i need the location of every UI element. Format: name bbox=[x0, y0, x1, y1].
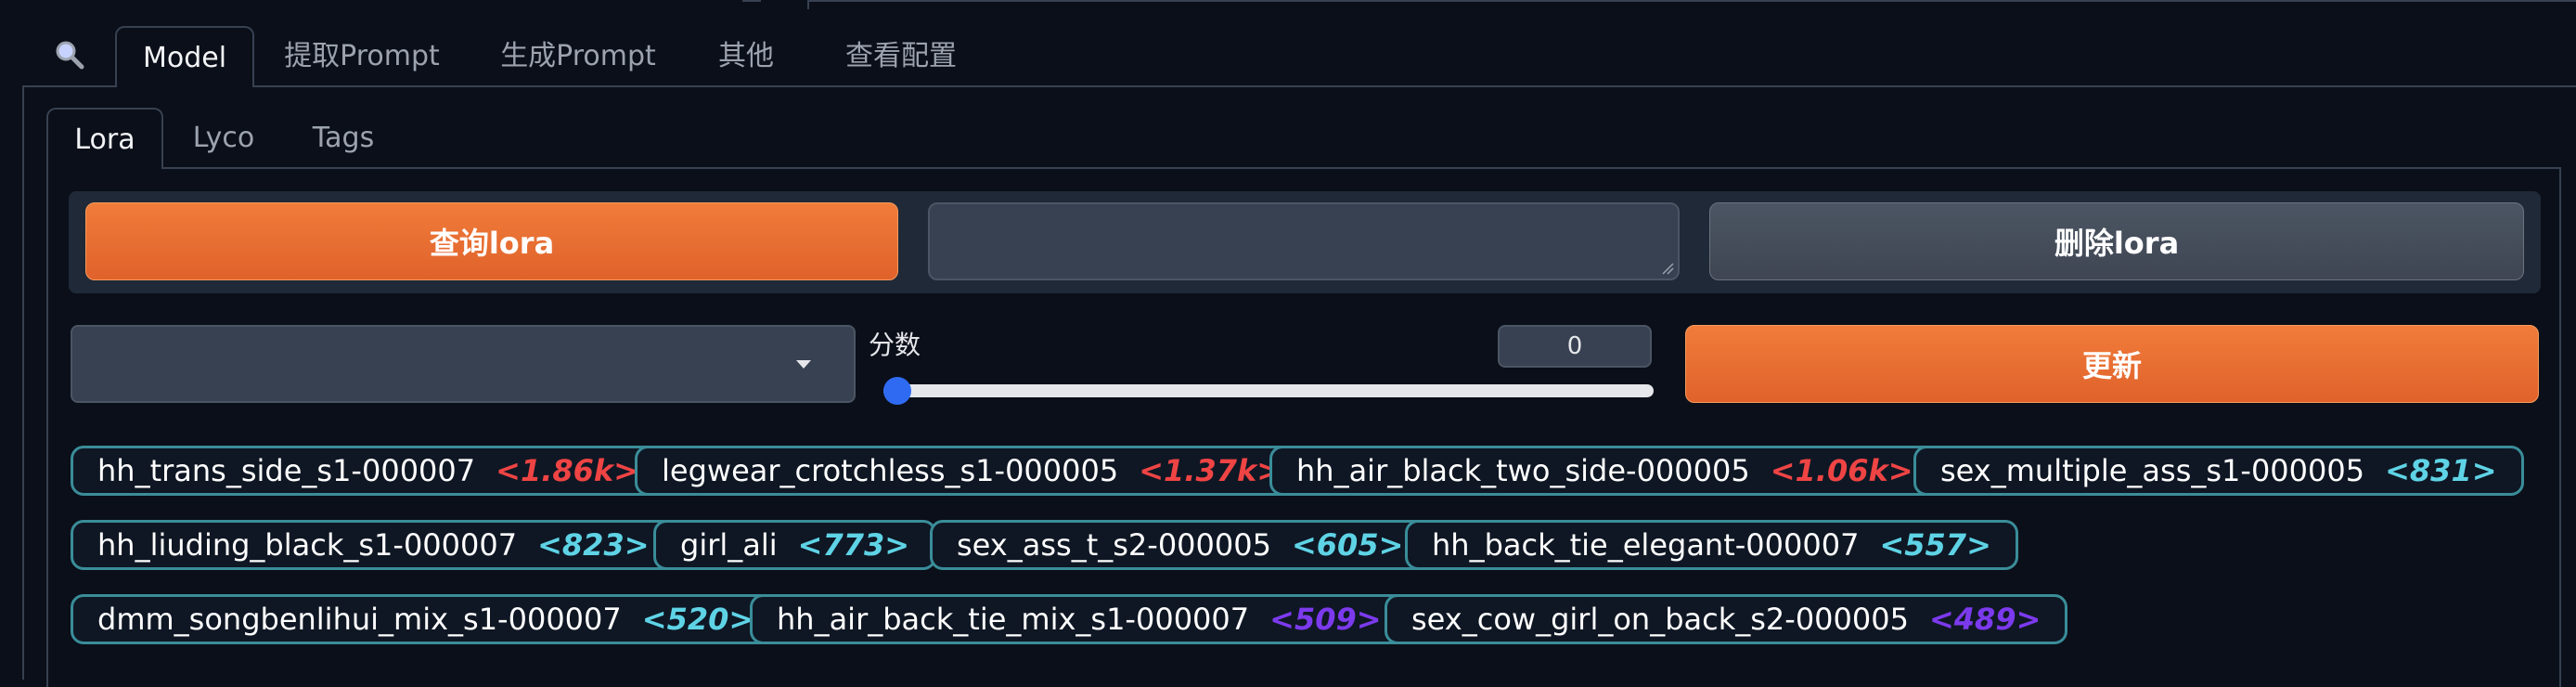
top-divider bbox=[807, 0, 2576, 2]
tab-model[interactable]: Model bbox=[115, 26, 254, 87]
lora-tag-count: <1.86k> bbox=[496, 453, 638, 488]
lora-tag[interactable]: sex_ass_t_s2-000005 <605> bbox=[930, 520, 1431, 570]
tab-lyco[interactable]: Lyco bbox=[182, 108, 265, 169]
delete-lora-button[interactable]: 删除lora bbox=[1709, 202, 2524, 280]
score-label: 分数 bbox=[869, 330, 921, 360]
top-divider bbox=[742, 0, 761, 2]
update-button[interactable]: 更新 bbox=[1685, 325, 2539, 403]
lora-tag-name: hh_air_black_two_side-000005 bbox=[1296, 453, 1750, 488]
lora-tag[interactable]: hh_liuding_black_s1-000007 <823> bbox=[71, 520, 676, 570]
lora-tag-name: sex_multiple_ass_s1-000005 bbox=[1940, 453, 2365, 488]
lora-tag-count: <509> bbox=[1269, 602, 1382, 637]
lora-tag[interactable]: hh_air_black_two_side-000005 <1.06k> bbox=[1269, 446, 1940, 496]
lora-tag-count: <823> bbox=[537, 527, 650, 563]
search-tab[interactable] bbox=[37, 26, 102, 87]
lora-tag-count: <489> bbox=[1928, 602, 2041, 637]
lora-tag[interactable]: girl_ali <773> bbox=[653, 520, 937, 570]
lora-tag-name: sex_ass_t_s2-000005 bbox=[957, 527, 1271, 563]
lora-tag[interactable]: dmm_songbenlihui_mix_s1-000007 <520> bbox=[71, 594, 781, 644]
lora-tag-name: dmm_songbenlihui_mix_s1-000007 bbox=[97, 602, 622, 637]
tab-tags[interactable]: Tags bbox=[297, 108, 390, 169]
lora-tag[interactable]: legwear_crotchless_s1-000005 <1.37k> bbox=[635, 446, 1309, 496]
lora-tag[interactable]: hh_trans_side_s1-000007 <1.86k> bbox=[71, 446, 665, 496]
lora-tag-name: sex_cow_girl_on_back_s2-000005 bbox=[1411, 602, 1909, 637]
lora-tag-count: <773> bbox=[797, 527, 910, 563]
lora-tag-name: hh_back_tie_elegant-000007 bbox=[1432, 527, 1860, 563]
tab-view-config[interactable]: 查看配置 bbox=[831, 26, 971, 87]
chevron-down-icon bbox=[796, 360, 811, 369]
tab-lora[interactable]: Lora bbox=[46, 108, 163, 169]
score-slider[interactable] bbox=[883, 377, 1654, 405]
lora-tag-count: <831> bbox=[2385, 453, 2497, 488]
lora-tag-count: <520> bbox=[641, 602, 754, 637]
lora-tag[interactable]: hh_air_back_tie_mix_s1-000007 <509> bbox=[750, 594, 1409, 644]
lora-tag-name: girl_ali bbox=[680, 527, 778, 563]
lora-tag-count: <605> bbox=[1291, 527, 1404, 563]
lora-tag[interactable]: sex_cow_girl_on_back_s2-000005 <489> bbox=[1385, 594, 2068, 644]
lora-tag-count: <557> bbox=[1879, 527, 1991, 563]
lora-tag-count: <1.37k> bbox=[1139, 453, 1282, 488]
tab-generate-prompt[interactable]: 生成Prompt bbox=[492, 26, 664, 87]
lora-textarea[interactable] bbox=[928, 202, 1680, 280]
main-tab-bar: Model 提取Prompt 生成Prompt 其他 查看配置 bbox=[0, 26, 2576, 87]
lora-tag-name: legwear_crotchless_s1-000005 bbox=[662, 453, 1119, 488]
lora-tag-name: hh_air_back_tie_mix_s1-000007 bbox=[777, 602, 1250, 637]
resize-grip-icon[interactable] bbox=[1661, 262, 1674, 275]
magnifier-icon bbox=[56, 41, 84, 70]
lora-tag-name: hh_liuding_black_s1-000007 bbox=[97, 527, 518, 563]
slider-thumb[interactable] bbox=[883, 377, 911, 405]
tab-extract-prompt[interactable]: 提取Prompt bbox=[278, 26, 445, 87]
lora-tag[interactable]: sex_multiple_ass_s1-000005 <831> bbox=[1913, 446, 2524, 496]
lora-tag-name: hh_trans_side_s1-000007 bbox=[97, 453, 476, 488]
lora-tag[interactable]: hh_back_tie_elegant-000007 <557> bbox=[1405, 520, 2018, 570]
score-number-input[interactable]: 0 bbox=[1498, 325, 1652, 368]
lora-dropdown[interactable] bbox=[71, 325, 856, 403]
tab-other[interactable]: 其他 bbox=[711, 26, 781, 87]
query-lora-button[interactable]: 查询lora bbox=[85, 202, 898, 280]
lora-tag-count: <1.06k> bbox=[1770, 453, 1913, 488]
